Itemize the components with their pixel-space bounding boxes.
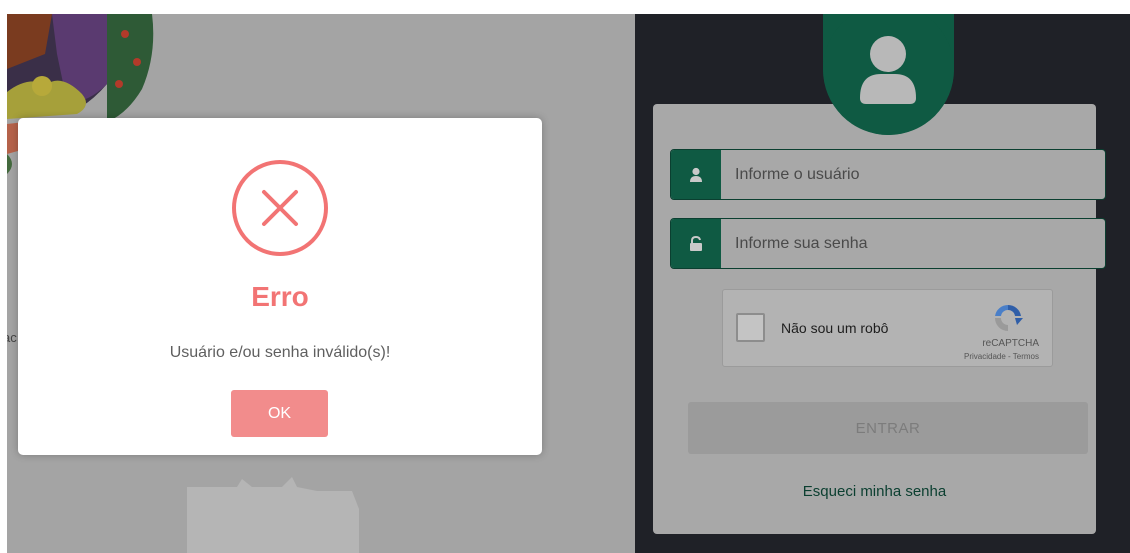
username-placeholder: Informe o usuário bbox=[735, 165, 860, 183]
avatar-badge bbox=[823, 14, 954, 135]
user-icon bbox=[690, 167, 702, 182]
recaptcha-label: Não sou um robô bbox=[781, 320, 889, 336]
dialog-message: Usuário e/ou senha inválido(s)! bbox=[169, 344, 391, 361]
forgot-password-link[interactable]: Esqueci minha senha bbox=[653, 483, 1096, 500]
login-page: ac Informe o usuário Informe su bbox=[0, 0, 1130, 553]
enter-button[interactable]: ENTRAR bbox=[688, 402, 1088, 454]
recaptcha-links: Privacidade - Termos bbox=[964, 352, 1039, 361]
password-addon bbox=[671, 219, 721, 268]
background-building-shape bbox=[187, 477, 359, 553]
username-addon bbox=[671, 150, 721, 199]
recaptcha-brand: reCAPTCHA bbox=[982, 338, 1039, 349]
recaptcha-widget: Não sou um robô reCAPTCHA Privacidade - … bbox=[722, 289, 1053, 367]
password-placeholder: Informe sua senha bbox=[735, 234, 868, 252]
ok-button[interactable]: OK bbox=[231, 390, 328, 437]
username-field[interactable]: Informe o usuário bbox=[670, 149, 1106, 200]
background-text-fragment: ac bbox=[7, 330, 17, 345]
error-x-icon bbox=[232, 160, 328, 256]
recaptcha-links-separator: - bbox=[1005, 352, 1013, 361]
password-field[interactable]: Informe sua senha bbox=[670, 218, 1106, 269]
dialog-title: Erro bbox=[251, 281, 309, 312]
recaptcha-terms-link[interactable]: Termos bbox=[1013, 352, 1039, 361]
error-dialog: Erro Usuário e/ou senha inválido(s)! OK bbox=[18, 118, 542, 455]
recaptcha-privacy-link[interactable]: Privacidade bbox=[964, 352, 1006, 361]
recaptcha-logo-icon bbox=[995, 304, 1023, 331]
unlock-icon bbox=[690, 235, 702, 251]
user-icon bbox=[860, 36, 916, 104]
recaptcha-checkbox[interactable] bbox=[736, 313, 765, 342]
